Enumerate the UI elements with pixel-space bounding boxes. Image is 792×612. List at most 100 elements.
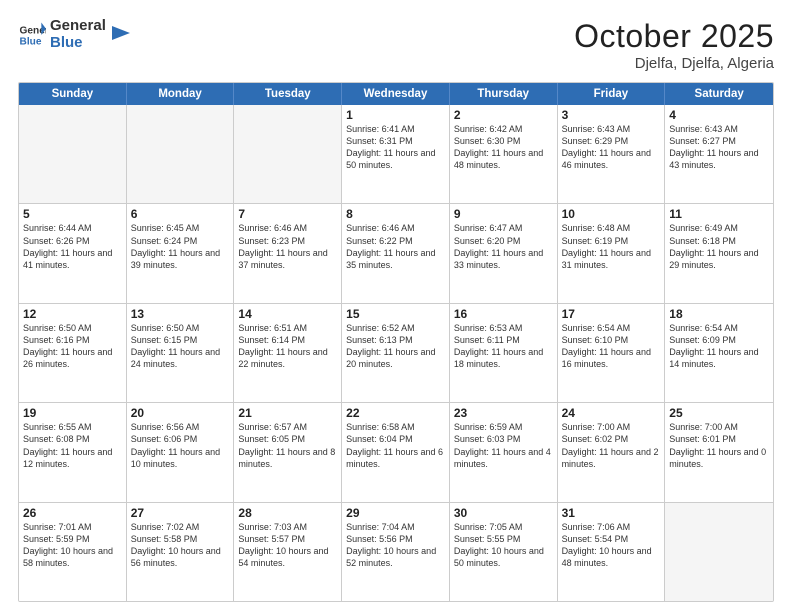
cell-date: 12 [23, 307, 122, 321]
cell-date: 5 [23, 207, 122, 221]
calendar-cell: 7Sunrise: 6:46 AM Sunset: 6:23 PM Daylig… [234, 204, 342, 302]
cell-date: 15 [346, 307, 445, 321]
calendar-body: 1Sunrise: 6:41 AM Sunset: 6:31 PM Daylig… [19, 105, 773, 601]
cell-info: Sunrise: 7:00 AM Sunset: 6:02 PM Dayligh… [562, 421, 661, 470]
cell-info: Sunrise: 6:43 AM Sunset: 6:29 PM Dayligh… [562, 123, 661, 172]
calendar-cell: 10Sunrise: 6:48 AM Sunset: 6:19 PM Dayli… [558, 204, 666, 302]
weekday-header: Wednesday [342, 83, 450, 105]
cell-date: 28 [238, 506, 337, 520]
cell-date: 17 [562, 307, 661, 321]
cell-date: 31 [562, 506, 661, 520]
calendar: SundayMondayTuesdayWednesdayThursdayFrid… [18, 82, 774, 602]
cell-date: 30 [454, 506, 553, 520]
calendar-cell: 18Sunrise: 6:54 AM Sunset: 6:09 PM Dayli… [665, 304, 773, 402]
calendar-cell: 20Sunrise: 6:56 AM Sunset: 6:06 PM Dayli… [127, 403, 235, 501]
calendar-row: 12Sunrise: 6:50 AM Sunset: 6:16 PM Dayli… [19, 304, 773, 403]
calendar-cell: 14Sunrise: 6:51 AM Sunset: 6:14 PM Dayli… [234, 304, 342, 402]
cell-info: Sunrise: 6:54 AM Sunset: 6:09 PM Dayligh… [669, 322, 769, 371]
cell-date: 20 [131, 406, 230, 420]
calendar-cell: 8Sunrise: 6:46 AM Sunset: 6:22 PM Daylig… [342, 204, 450, 302]
cell-date: 22 [346, 406, 445, 420]
location-title: Djelfa, Djelfa, Algeria [574, 55, 774, 72]
cell-date: 3 [562, 108, 661, 122]
calendar-cell: 19Sunrise: 6:55 AM Sunset: 6:08 PM Dayli… [19, 403, 127, 501]
month-title: October 2025 [574, 18, 774, 55]
calendar-cell: 24Sunrise: 7:00 AM Sunset: 6:02 PM Dayli… [558, 403, 666, 501]
weekday-header: Saturday [665, 83, 773, 105]
cell-date: 24 [562, 406, 661, 420]
cell-date: 18 [669, 307, 769, 321]
calendar-cell: 1Sunrise: 6:41 AM Sunset: 6:31 PM Daylig… [342, 105, 450, 203]
cell-info: Sunrise: 7:04 AM Sunset: 5:56 PM Dayligh… [346, 521, 445, 570]
cell-info: Sunrise: 6:48 AM Sunset: 6:19 PM Dayligh… [562, 222, 661, 271]
cell-info: Sunrise: 6:59 AM Sunset: 6:03 PM Dayligh… [454, 421, 553, 470]
calendar-row: 5Sunrise: 6:44 AM Sunset: 6:26 PM Daylig… [19, 204, 773, 303]
cell-date: 13 [131, 307, 230, 321]
cell-date: 8 [346, 207, 445, 221]
cell-date: 14 [238, 307, 337, 321]
calendar-cell: 16Sunrise: 6:53 AM Sunset: 6:11 PM Dayli… [450, 304, 558, 402]
cell-info: Sunrise: 7:05 AM Sunset: 5:55 PM Dayligh… [454, 521, 553, 570]
cell-info: Sunrise: 7:02 AM Sunset: 5:58 PM Dayligh… [131, 521, 230, 570]
calendar-row: 1Sunrise: 6:41 AM Sunset: 6:31 PM Daylig… [19, 105, 773, 204]
cell-info: Sunrise: 7:00 AM Sunset: 6:01 PM Dayligh… [669, 421, 769, 470]
weekday-header: Sunday [19, 83, 127, 105]
cell-date: 27 [131, 506, 230, 520]
cell-date: 4 [669, 108, 769, 122]
cell-info: Sunrise: 7:06 AM Sunset: 5:54 PM Dayligh… [562, 521, 661, 570]
calendar-cell: 12Sunrise: 6:50 AM Sunset: 6:16 PM Dayli… [19, 304, 127, 402]
cell-info: Sunrise: 6:44 AM Sunset: 6:26 PM Dayligh… [23, 222, 122, 271]
svg-text:Blue: Blue [20, 36, 42, 47]
cell-date: 23 [454, 406, 553, 420]
cell-date: 26 [23, 506, 122, 520]
logo-blue: Blue [50, 35, 106, 52]
cell-date: 6 [131, 207, 230, 221]
cell-info: Sunrise: 6:57 AM Sunset: 6:05 PM Dayligh… [238, 421, 337, 470]
cell-info: Sunrise: 6:58 AM Sunset: 6:04 PM Dayligh… [346, 421, 445, 470]
calendar-cell: 31Sunrise: 7:06 AM Sunset: 5:54 PM Dayli… [558, 503, 666, 601]
cell-info: Sunrise: 6:46 AM Sunset: 6:22 PM Dayligh… [346, 222, 445, 271]
calendar-cell [665, 503, 773, 601]
calendar-cell: 26Sunrise: 7:01 AM Sunset: 5:59 PM Dayli… [19, 503, 127, 601]
calendar-row: 19Sunrise: 6:55 AM Sunset: 6:08 PM Dayli… [19, 403, 773, 502]
calendar-cell: 11Sunrise: 6:49 AM Sunset: 6:18 PM Dayli… [665, 204, 773, 302]
calendar-cell: 21Sunrise: 6:57 AM Sunset: 6:05 PM Dayli… [234, 403, 342, 501]
logo-arrow-icon [108, 22, 130, 44]
cell-date: 1 [346, 108, 445, 122]
cell-info: Sunrise: 6:41 AM Sunset: 6:31 PM Dayligh… [346, 123, 445, 172]
cell-info: Sunrise: 6:56 AM Sunset: 6:06 PM Dayligh… [131, 421, 230, 470]
cell-date: 21 [238, 406, 337, 420]
cell-info: Sunrise: 6:49 AM Sunset: 6:18 PM Dayligh… [669, 222, 769, 271]
title-block: October 2025 Djelfa, Djelfa, Algeria [574, 18, 774, 72]
logo-general: General [50, 18, 106, 35]
calendar-cell: 15Sunrise: 6:52 AM Sunset: 6:13 PM Dayli… [342, 304, 450, 402]
cell-info: Sunrise: 6:50 AM Sunset: 6:16 PM Dayligh… [23, 322, 122, 371]
calendar-cell: 9Sunrise: 6:47 AM Sunset: 6:20 PM Daylig… [450, 204, 558, 302]
cell-info: Sunrise: 6:52 AM Sunset: 6:13 PM Dayligh… [346, 322, 445, 371]
calendar-cell: 5Sunrise: 6:44 AM Sunset: 6:26 PM Daylig… [19, 204, 127, 302]
cell-info: Sunrise: 6:43 AM Sunset: 6:27 PM Dayligh… [669, 123, 769, 172]
cell-date: 19 [23, 406, 122, 420]
cell-date: 10 [562, 207, 661, 221]
calendar-cell: 17Sunrise: 6:54 AM Sunset: 6:10 PM Dayli… [558, 304, 666, 402]
calendar-row: 26Sunrise: 7:01 AM Sunset: 5:59 PM Dayli… [19, 503, 773, 601]
calendar-cell: 29Sunrise: 7:04 AM Sunset: 5:56 PM Dayli… [342, 503, 450, 601]
calendar-cell: 3Sunrise: 6:43 AM Sunset: 6:29 PM Daylig… [558, 105, 666, 203]
cell-date: 2 [454, 108, 553, 122]
header: General Blue General Blue October 2025 D… [18, 18, 774, 72]
weekday-header: Monday [127, 83, 235, 105]
weekday-header: Thursday [450, 83, 558, 105]
cell-info: Sunrise: 6:53 AM Sunset: 6:11 PM Dayligh… [454, 322, 553, 371]
logo-icon: General Blue [18, 21, 46, 49]
cell-info: Sunrise: 6:42 AM Sunset: 6:30 PM Dayligh… [454, 123, 553, 172]
cell-date: 29 [346, 506, 445, 520]
calendar-cell: 13Sunrise: 6:50 AM Sunset: 6:15 PM Dayli… [127, 304, 235, 402]
cell-info: Sunrise: 6:45 AM Sunset: 6:24 PM Dayligh… [131, 222, 230, 271]
calendar-cell [234, 105, 342, 203]
logo: General Blue General Blue [18, 18, 130, 51]
calendar-cell: 28Sunrise: 7:03 AM Sunset: 5:57 PM Dayli… [234, 503, 342, 601]
cell-info: Sunrise: 6:50 AM Sunset: 6:15 PM Dayligh… [131, 322, 230, 371]
cell-date: 11 [669, 207, 769, 221]
cell-info: Sunrise: 6:55 AM Sunset: 6:08 PM Dayligh… [23, 421, 122, 470]
calendar-cell [127, 105, 235, 203]
